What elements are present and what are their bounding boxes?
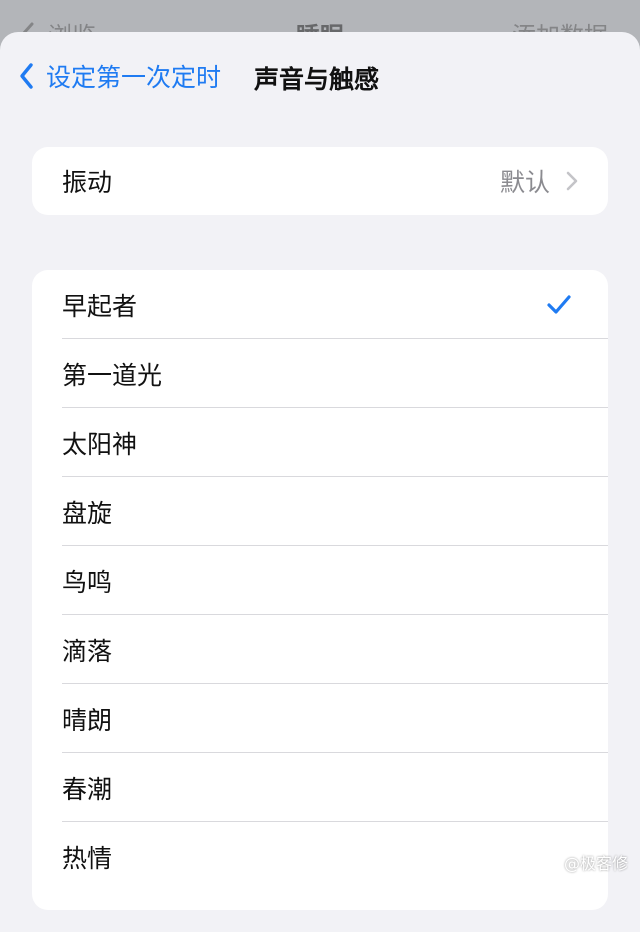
vibration-row[interactable]: 振动 默认 xyxy=(32,147,608,215)
vibration-value: 默认 xyxy=(499,168,550,197)
tone-label: 春潮 xyxy=(62,774,113,804)
tone-label: 第一道光 xyxy=(62,360,163,390)
vibration-card: 振动 默认 xyxy=(32,147,608,215)
sound-haptics-sheet: 设定第一次定时 声音与触感 振动 默认 早起者 第一道光 太阳神 盘旋 鸟鸣 滴… xyxy=(0,32,640,932)
watermark: @极客修 xyxy=(564,850,628,874)
tone-label: 热情 xyxy=(62,843,113,873)
chevron-left-icon xyxy=(20,63,33,89)
tone-item-birdsong[interactable]: 鸟鸣 xyxy=(32,546,608,615)
checkmark-icon xyxy=(547,294,571,314)
tone-label: 盘旋 xyxy=(62,498,113,528)
back-button-label: 设定第一次定时 xyxy=(46,63,222,92)
tone-item-droplets[interactable]: 滴落 xyxy=(32,615,608,684)
tone-item-spring-tide[interactable]: 春潮 xyxy=(32,753,608,822)
tone-label: 晴朗 xyxy=(62,705,113,735)
tone-item-hover[interactable]: 盘旋 xyxy=(32,477,608,546)
tone-label: 鸟鸣 xyxy=(62,567,113,597)
back-button[interactable]: 设定第一次定时 xyxy=(18,58,221,94)
tone-list: 早起者 第一道光 太阳神 盘旋 鸟鸣 滴落 晴朗 春潮 热情 xyxy=(32,270,608,910)
nav-bar: 设定第一次定时 声音与触感 xyxy=(0,32,640,122)
tone-label: 早起者 xyxy=(62,291,138,321)
tone-label: 滴落 xyxy=(62,636,113,666)
tone-label: 太阳神 xyxy=(62,429,138,459)
tone-item-early-riser[interactable]: 早起者 xyxy=(32,270,608,339)
page-title: 声音与触感 xyxy=(254,65,380,94)
tone-item-passion[interactable]: 热情 xyxy=(32,822,608,891)
tone-item-helios[interactable]: 太阳神 xyxy=(32,408,608,477)
tone-item-first-light[interactable]: 第一道光 xyxy=(32,339,608,408)
watermark-text: @极客修 xyxy=(563,854,628,873)
tone-item-clear-sky[interactable]: 晴朗 xyxy=(32,684,608,753)
chevron-right-icon xyxy=(566,171,578,191)
vibration-label: 振动 xyxy=(62,168,113,197)
